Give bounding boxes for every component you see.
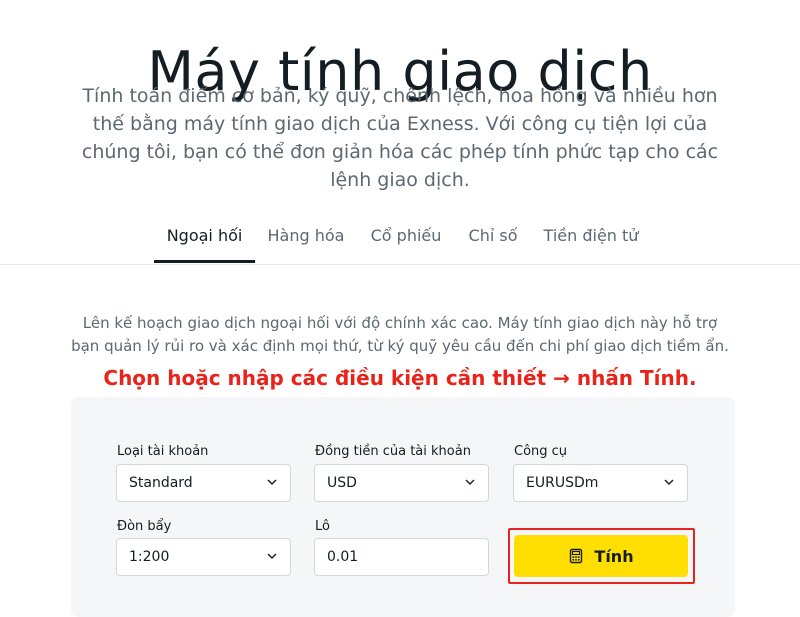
chevron-down-icon <box>664 479 674 485</box>
lot-label: Lô <box>315 519 330 534</box>
tab-indices[interactable]: Chỉ số <box>463 216 523 262</box>
lot-input[interactable]: 0.01 <box>314 538 489 576</box>
calculator-icon <box>570 548 583 564</box>
lot-value: 0.01 <box>327 549 359 565</box>
instrument-label: Công cụ <box>514 444 568 459</box>
tab-crypto[interactable]: Tiền điện tử <box>538 216 644 262</box>
instrument-value: EURUSDm <box>526 475 599 491</box>
account-currency-label: Đồng tiền của tài khoản <box>315 444 471 459</box>
account-currency-select[interactable]: USD <box>314 464 489 502</box>
leverage-value: 1:200 <box>129 549 170 565</box>
page-subtitle: Tính toán điểm cơ bản, ký quỹ, chênh lệc… <box>81 85 719 191</box>
calculate-button[interactable]: Tính <box>514 535 688 577</box>
account-type-select[interactable]: Standard <box>116 464 291 502</box>
account-type-label: Loại tài khoản <box>117 444 209 459</box>
account-type-value: Standard <box>129 475 193 491</box>
instrument-tabs: Ngoại hối Hàng hóa Cổ phiếu Chỉ số Tiền … <box>0 216 800 265</box>
tab-commodities[interactable]: Hàng hóa <box>263 216 349 262</box>
calculate-label: Tính <box>594 546 634 566</box>
calculator-panel <box>71 397 735 617</box>
tab-stocks[interactable]: Cổ phiếu <box>364 216 448 262</box>
leverage-select[interactable]: 1:200 <box>116 538 291 576</box>
account-currency-value: USD <box>327 475 357 491</box>
instruction-annotation: Chọn hoặc nhập các điều kiện cần thiết →… <box>103 366 697 390</box>
chevron-down-icon <box>267 553 277 559</box>
instrument-select[interactable]: EURUSDm <box>513 464 688 502</box>
tab-forex[interactable]: Ngoại hối <box>154 216 255 263</box>
chevron-down-icon <box>465 479 475 485</box>
chevron-down-icon <box>267 479 277 485</box>
calculator-description: Lên kế hoạch giao dịch ngoại hối với độ … <box>71 314 729 355</box>
leverage-label: Đòn bẩy <box>117 519 172 534</box>
